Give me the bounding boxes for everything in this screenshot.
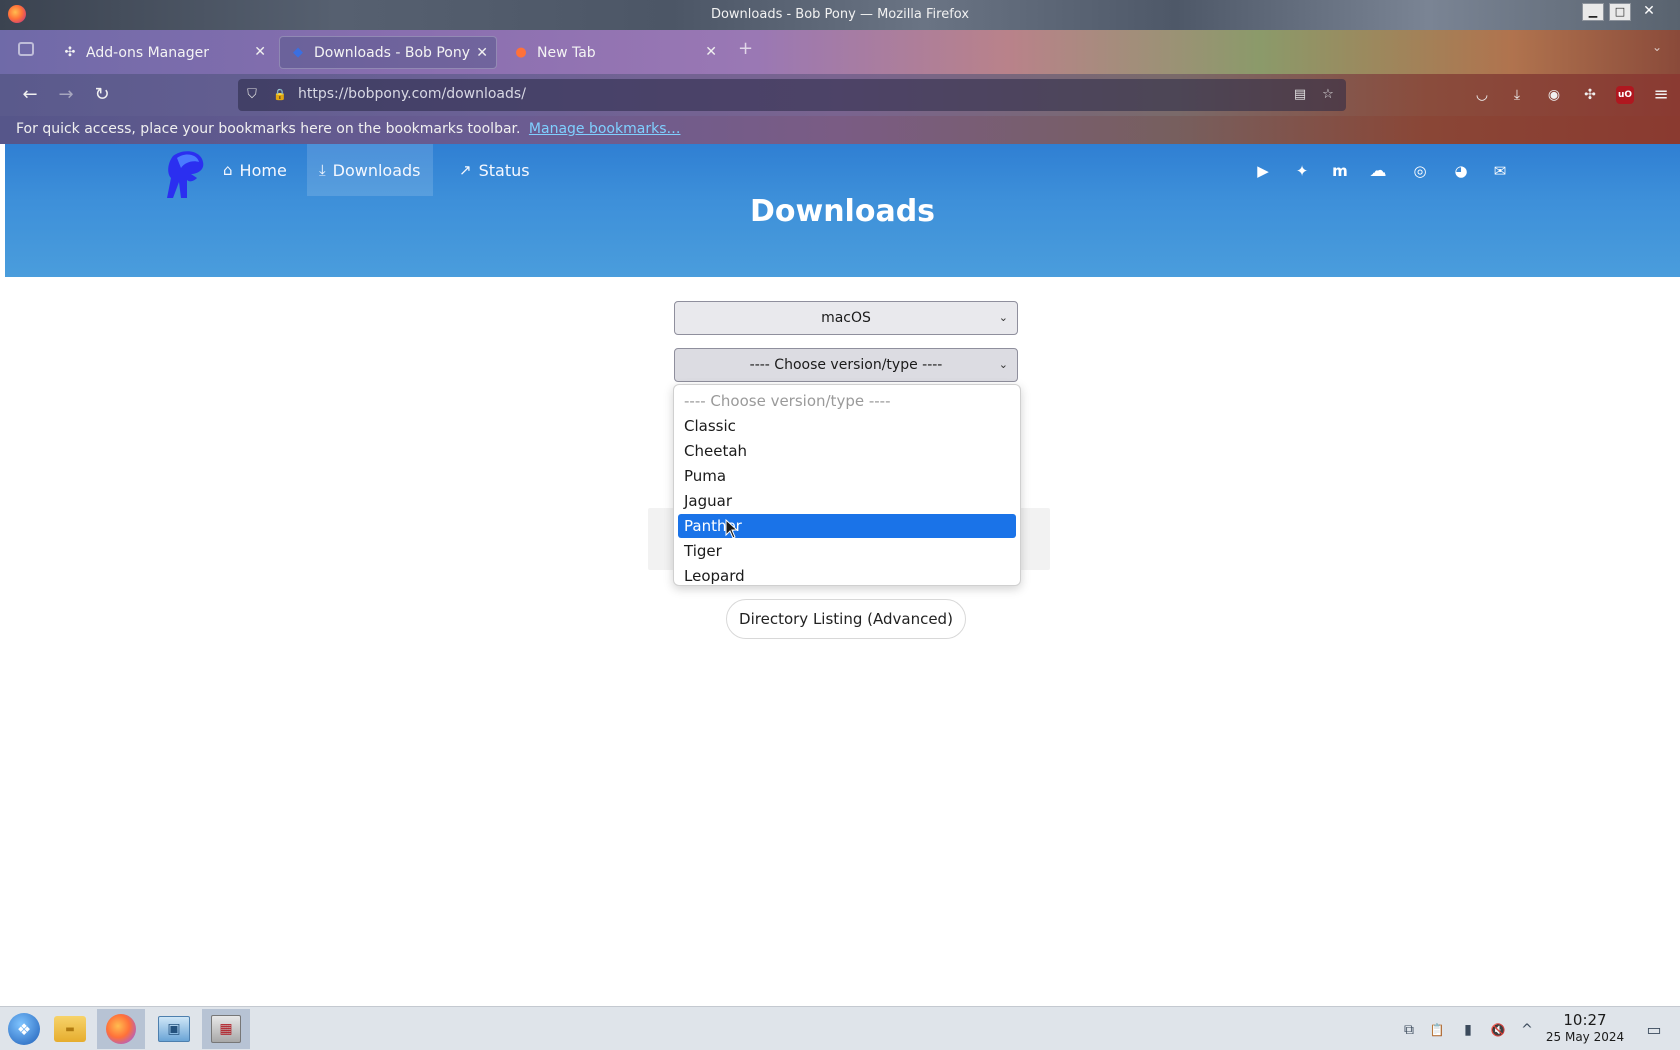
clock-date[interactable]: 25 May 2024 [1543, 1030, 1627, 1044]
account-icon[interactable]: ◉ [1545, 86, 1563, 104]
site-nav-label: Home [239, 160, 287, 180]
close-tab-icon[interactable]: ✕ [254, 44, 266, 60]
close-window-button[interactable]: ✕ [1638, 3, 1660, 21]
site-nav-status[interactable]: ↗ Status [447, 144, 542, 196]
os-select[interactable]: macOS ⌄ [674, 301, 1018, 335]
close-tab-icon[interactable]: ✕ [705, 44, 717, 60]
dropdown-option-placeholder[interactable]: ---- Choose version/type ---- [678, 389, 1016, 413]
web-page: ⌂ Home ⤓ Downloads ↗ Status ▶ ✦ m ☁ ◎ ◕ … [5, 144, 1680, 1006]
tab-label: Downloads - Bob Pony [314, 44, 471, 61]
tray-expand-icon[interactable]: ^ [1518, 1021, 1536, 1039]
battery-icon[interactable]: ▮ [1459, 1021, 1477, 1039]
bobpony-favicon: ◆ [293, 44, 303, 60]
app-installer-button[interactable]: ▦ [202, 1009, 250, 1049]
site-nav-label: Status [478, 160, 530, 180]
window-title: Downloads - Bob Pony — Mozilla Firefox [710, 7, 970, 22]
site-nav-home[interactable]: ⌂ Home [211, 144, 299, 196]
dropdown-option[interactable]: Classic [678, 414, 1016, 438]
downloads-icon[interactable]: ⤓ [1508, 86, 1526, 104]
dropdown-option[interactable]: Puma [678, 464, 1016, 488]
ublock-origin-icon[interactable]: uO [1616, 86, 1634, 104]
clock-time[interactable]: 10:27 [1543, 1011, 1627, 1029]
system-settings-icon: ▣ [158, 1016, 190, 1042]
start-button[interactable]: ❖ [0, 1009, 48, 1049]
chevron-down-icon: ⌄ [998, 311, 1008, 324]
twitter-icon[interactable]: ✦ [1292, 162, 1312, 180]
site-header: ⌂ Home ⤓ Downloads ↗ Status ▶ ✦ m ☁ ◎ ◕ … [5, 144, 1680, 277]
app-installer-icon: ▦ [211, 1015, 241, 1043]
tab-downloads-bob-pony[interactable]: ◆ Downloads - Bob Pony ✕ [279, 36, 497, 69]
taskbar: ❖ ▬ ● ▣ ▦ ⧉ 📋 ▮ 🔇 ^ 10:27 25 May 2024 ▭ [0, 1006, 1680, 1050]
version-dropdown-list: ---- Choose version/type ---- Classic Ch… [673, 384, 1021, 586]
email-icon[interactable]: ✉ [1490, 162, 1510, 180]
firefox-icon: ● [515, 44, 527, 60]
bobpony-logo[interactable] [163, 148, 209, 200]
dropdown-option[interactable]: Tiger [678, 539, 1016, 563]
address-bar[interactable]: ⛉ 🔒 https://bobpony.com/downloads/ ▤ ☆ [238, 79, 1346, 111]
tab-list-icon[interactable] [18, 42, 34, 56]
cloud-icon[interactable]: ☁ [1368, 162, 1388, 180]
tracking-protection-icon[interactable]: ⛉ [244, 87, 260, 103]
directory-listing-button[interactable]: Directory Listing (Advanced) [726, 599, 966, 639]
reader-view-icon[interactable]: ▤ [1292, 87, 1308, 103]
file-manager-icon: ▬ [54, 1016, 86, 1042]
list-all-tabs-icon[interactable]: ⌄ [1652, 40, 1662, 54]
window-titlebar: Downloads - Bob Pony — Mozilla Firefox ▁… [0, 0, 1680, 30]
version-select[interactable]: ---- Choose version/type ---- ⌄ [674, 348, 1018, 382]
clipboard-icon[interactable]: 📋 [1428, 1021, 1446, 1039]
tab-label: Add-ons Manager [86, 44, 209, 61]
chevron-down-icon: ⌄ [998, 358, 1008, 371]
firefox-taskbar-button[interactable]: ● [97, 1009, 145, 1049]
puzzle-icon: ✣ [64, 44, 76, 60]
maximize-button[interactable]: □ [1609, 3, 1631, 21]
tab-addons-manager[interactable]: ✣ Add-ons Manager ✕ [52, 36, 274, 69]
mastodon-icon[interactable]: m [1330, 162, 1350, 180]
bookmark-star-icon[interactable]: ☆ [1320, 87, 1336, 103]
manage-bookmarks-link[interactable]: Manage bookmarks… [529, 121, 681, 137]
url-text[interactable]: https://bobpony.com/downloads/ [298, 86, 526, 102]
close-tab-icon[interactable]: ✕ [476, 45, 488, 61]
tab-label: New Tab [537, 44, 596, 61]
tab-new-tab[interactable]: ● New Tab ✕ [503, 36, 725, 69]
page-title: Downloads [749, 194, 936, 229]
os-select-value: macOS [821, 310, 871, 326]
new-tab-button[interactable]: + [738, 38, 753, 59]
firefox-taskbar-icon: ● [106, 1014, 136, 1044]
hamburger-menu-icon[interactable]: ≡ [1652, 86, 1670, 104]
download-icon: ⤓ [319, 161, 326, 179]
forward-button[interactable]: → [55, 84, 77, 106]
pocket-icon[interactable]: ◡ [1473, 86, 1491, 104]
mouse-cursor-icon [725, 519, 739, 539]
lock-icon[interactable]: 🔒 [272, 87, 288, 103]
minimize-button[interactable]: ▁ [1582, 3, 1604, 21]
dropdown-option[interactable]: Leopard [678, 564, 1016, 588]
reload-button[interactable]: ↻ [91, 84, 113, 106]
home-icon: ⌂ [223, 161, 233, 179]
file-manager-button[interactable]: ▬ [46, 1009, 94, 1049]
bookmarks-toolbar: For quick access, place your bookmarks h… [0, 116, 1680, 144]
back-button[interactable]: ← [19, 84, 41, 106]
network-icon[interactable]: ⧉ [1400, 1021, 1418, 1039]
start-menu-icon: ❖ [8, 1013, 40, 1045]
show-desktop-icon[interactable]: ▭ [1645, 1021, 1663, 1039]
version-select-value: ---- Choose version/type ---- [749, 357, 943, 373]
youtube-icon[interactable]: ▶ [1253, 162, 1273, 180]
tab-strip: ✣ Add-ons Manager ✕ ◆ Downloads - Bob Po… [0, 30, 1680, 74]
dropdown-option[interactable]: Cheetah [678, 439, 1016, 463]
extensions-icon[interactable]: ✣ [1581, 86, 1599, 104]
system-settings-button[interactable]: ▣ [150, 1009, 198, 1049]
site-nav-downloads[interactable]: ⤓ Downloads [307, 144, 433, 196]
site-nav-label: Downloads [332, 160, 421, 180]
navigation-toolbar: ← → ↻ ⛉ 🔒 https://bobpony.com/downloads/… [0, 74, 1680, 116]
discord-icon[interactable]: ◎ [1410, 162, 1430, 180]
github-icon[interactable]: ◕ [1451, 162, 1471, 180]
trending-up-icon: ↗ [459, 161, 472, 179]
dropdown-option[interactable]: Jaguar [678, 489, 1016, 513]
volume-muted-icon[interactable]: 🔇 [1489, 1021, 1507, 1039]
bookmarks-hint: For quick access, place your bookmarks h… [16, 121, 680, 137]
bookmarks-hint-text: For quick access, place your bookmarks h… [16, 121, 521, 137]
